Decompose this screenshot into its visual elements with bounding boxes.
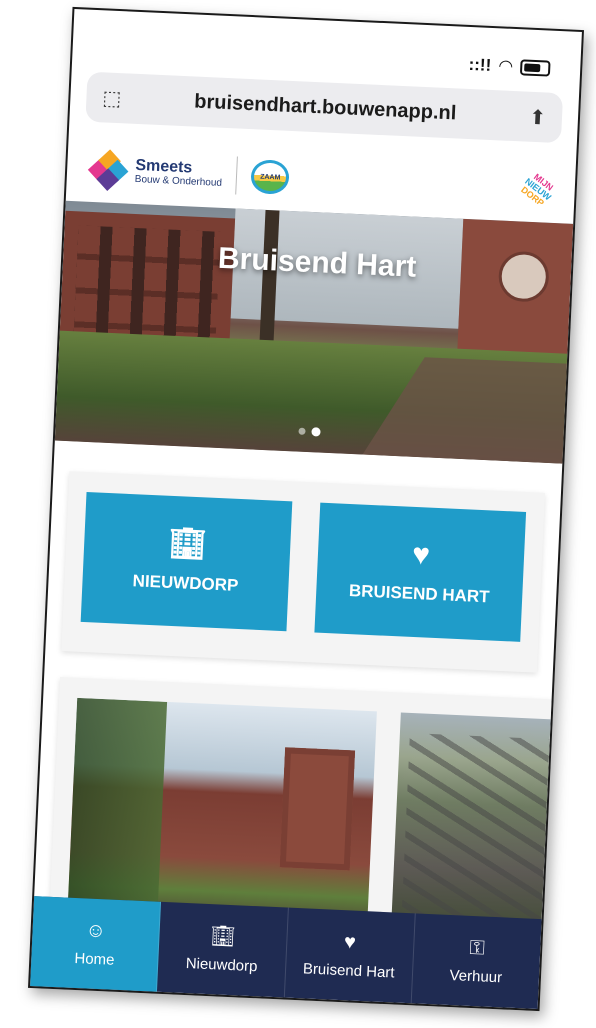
building-icon: 🏢︎ (167, 526, 208, 562)
phone-screen: ::!! ◠ ⬚ bruisendhart.bouwenapp.nl ⬆ Sme… (27, 6, 585, 1012)
status-icons: ::!! ◠ (468, 55, 551, 79)
nav-label: Nieuwdorp (185, 954, 258, 975)
wifi-icon: ◠ (498, 56, 513, 76)
url-text[interactable]: bruisendhart.bouwenapp.nl (194, 90, 457, 125)
users-icon: ☺ (85, 918, 107, 942)
nav-label: Home (74, 949, 115, 969)
nav-label: Bruisend Hart (302, 959, 395, 981)
share-icon[interactable]: ⬆ (529, 104, 547, 130)
nav-nieuwdorp[interactable]: 🏢︎ Nieuwdorp (157, 901, 289, 998)
carousel-dot-active[interactable] (311, 427, 321, 437)
brand-divider (235, 156, 239, 195)
smeets-logo-icon (87, 149, 129, 191)
tile-label: BRUISEND HART (348, 581, 490, 607)
tile-nieuwdorp[interactable]: 🏢︎ NIEUWDORP (80, 492, 293, 632)
building-icon: 🏢︎ (209, 924, 237, 948)
screenshot-stage: ::!! ◠ ⬚ bruisendhart.bouwenapp.nl ⬆ Sme… (0, 0, 596, 1028)
tile-label: NIEUWDORP (132, 571, 239, 596)
zaam-logo-text: ZAAM (260, 173, 281, 181)
heart-icon: ♥ (343, 930, 357, 954)
quick-links-card: 🏢︎ NIEUWDORP ♥ BRUISEND HART (61, 471, 545, 673)
tile-bruisend-hart[interactable]: ♥ BRUISEND HART (314, 502, 527, 642)
mijn-nieuw-dorp-logo: MIJN NIEUW DORP (518, 169, 558, 209)
nav-home[interactable]: ☺ Home (30, 896, 162, 992)
heart-icon: ♥ (411, 537, 431, 572)
zaam-logo: ZAAM (250, 159, 291, 195)
battery-icon (519, 59, 551, 77)
nav-verhuur[interactable]: ⚿ Verhuur (411, 913, 541, 1009)
brand-name: Smeets Bouw & Onderhoud (135, 157, 223, 190)
gallery-image-square[interactable] (67, 697, 377, 932)
hero-carousel[interactable]: Bruisend Hart (54, 200, 574, 464)
nav-bruisend-hart[interactable]: ♥ Bruisend Hart (284, 907, 416, 1004)
carousel-dot[interactable] (298, 427, 306, 435)
page-scan-icon[interactable]: ⬚ (102, 85, 122, 111)
key-icon: ⚿ (469, 936, 486, 960)
gallery-image-aerial[interactable] (390, 712, 552, 940)
signal-icon: ::!! (468, 54, 492, 75)
nav-label: Verhuur (449, 966, 503, 986)
